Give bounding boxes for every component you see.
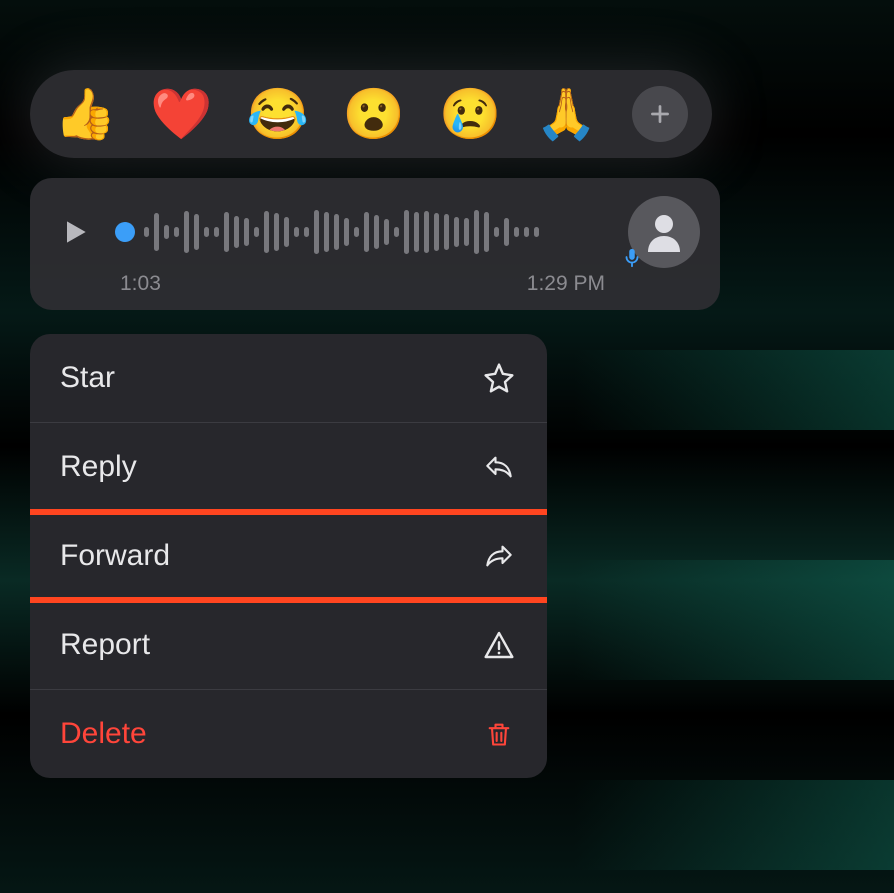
audio-waveform[interactable] — [115, 207, 613, 257]
menu-item-forward[interactable]: Forward — [30, 512, 547, 601]
sender-avatar-wrap — [628, 196, 700, 268]
voice-message-bubble: 1:03 1:29 PM — [30, 178, 720, 310]
person-icon — [640, 208, 688, 256]
menu-label: Forward — [60, 539, 170, 573]
add-reaction-button[interactable] — [632, 86, 688, 142]
voice-meta: 1:03 1:29 PM — [50, 272, 700, 296]
reaction-heart[interactable]: ❤️ — [150, 89, 212, 139]
reply-icon — [481, 449, 517, 485]
context-menu: Star Reply Forward — [30, 334, 547, 778]
reactions-bar: 👍 ❤️ 😂 😮 😢 🙏 — [30, 70, 712, 158]
menu-label: Delete — [60, 717, 147, 751]
menu-item-reply[interactable]: Reply — [30, 423, 547, 512]
reaction-sad[interactable]: 😢 — [439, 89, 501, 139]
menu-item-report[interactable]: Report — [30, 601, 547, 690]
play-icon — [59, 214, 91, 250]
plus-icon — [647, 101, 673, 127]
menu-label: Report — [60, 628, 150, 662]
star-icon — [481, 360, 517, 396]
menu-item-star[interactable]: Star — [30, 334, 547, 423]
trash-icon — [481, 716, 517, 752]
voice-duration: 1:03 — [120, 272, 161, 296]
reaction-thumbs-up[interactable]: 👍 — [54, 89, 116, 139]
forward-icon — [481, 538, 517, 574]
voice-timestamp: 1:29 PM — [527, 272, 605, 296]
reaction-wow[interactable]: 😮 — [343, 89, 405, 139]
warning-icon — [481, 627, 517, 663]
reaction-pray[interactable]: 🙏 — [535, 89, 597, 139]
main-container: 👍 ❤️ 😂 😮 😢 🙏 — [0, 0, 894, 798]
menu-item-delete[interactable]: Delete — [30, 690, 547, 778]
playhead[interactable] — [115, 222, 135, 242]
reaction-laugh[interactable]: 😂 — [247, 89, 309, 139]
mic-badge — [618, 244, 646, 272]
menu-label: Star — [60, 361, 115, 395]
play-button[interactable] — [50, 214, 100, 250]
microphone-icon — [621, 244, 643, 272]
menu-label: Reply — [60, 450, 137, 484]
